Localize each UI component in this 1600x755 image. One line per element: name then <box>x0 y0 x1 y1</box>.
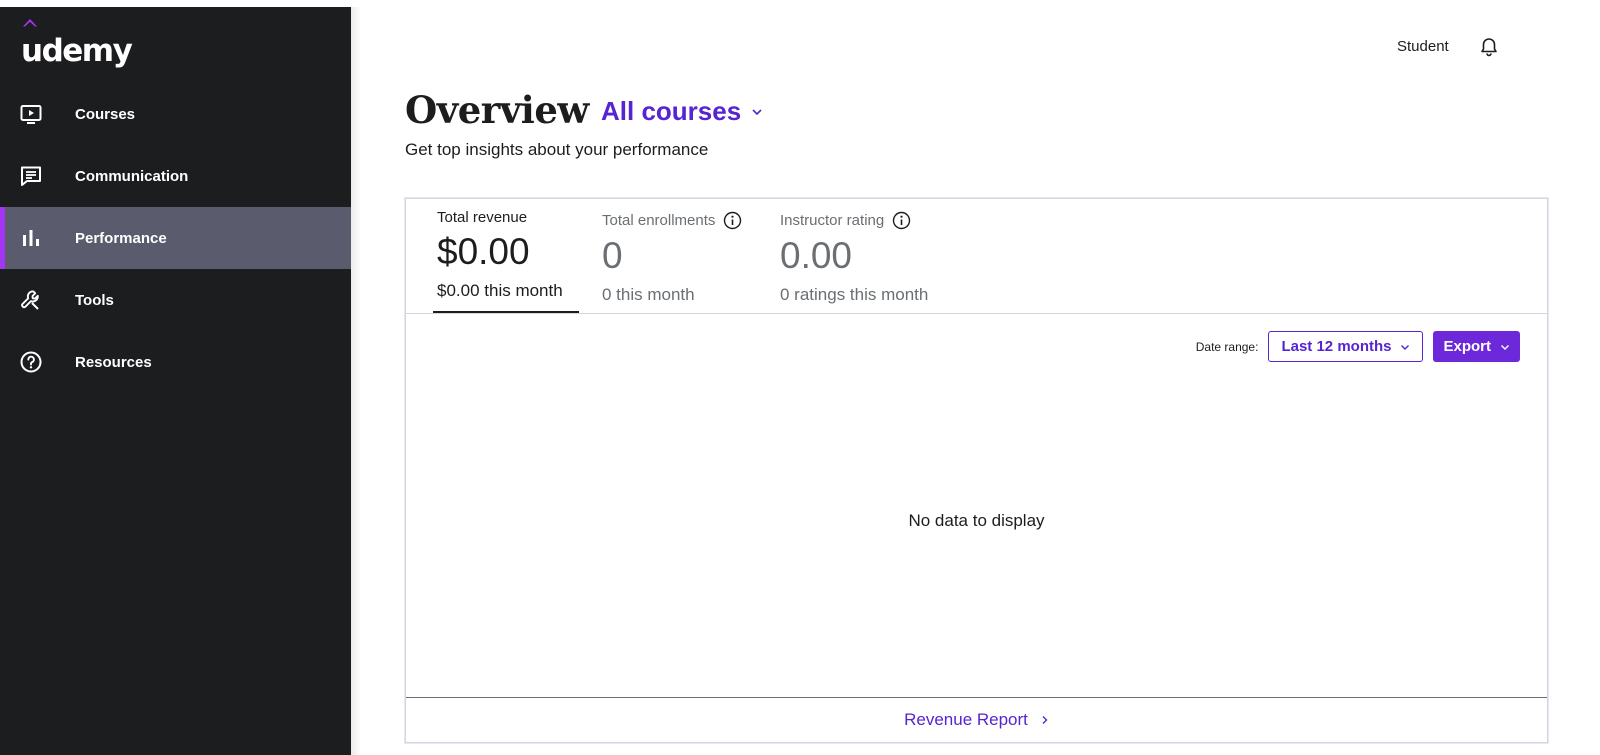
page-subtitle: Get top insights about your performance <box>405 140 709 159</box>
sidebar-item-resources[interactable]: Resources <box>0 331 351 393</box>
sidebar-nav: Courses Communication Performance Tools … <box>0 83 351 393</box>
stat-label: Instructor rating <box>780 212 885 229</box>
chevron-down-icon <box>1501 344 1509 350</box>
student-view-link[interactable]: Student <box>1397 38 1449 55</box>
stat-label: Total revenue <box>437 209 528 226</box>
chart-controls: Date range: Last 12 months Export <box>1196 331 1520 362</box>
sidebar-item-label: Courses <box>75 105 136 123</box>
chevron-right-icon <box>1042 716 1048 724</box>
logo-text: udemy <box>21 33 133 69</box>
sidebar-item-label: Communication <box>75 167 189 185</box>
export-label: Export <box>1443 338 1491 355</box>
stat-sub: 0 this month <box>602 284 695 304</box>
stat-sub: 0 ratings this month <box>780 284 929 304</box>
sidebar-item-label: Resources <box>75 353 152 371</box>
logo-hat-icon <box>23 19 37 27</box>
revenue-report-label: Revenue Report <box>904 710 1028 729</box>
stat-instructor-rating[interactable]: Instructor rating 0.00 0 ratings this mo… <box>780 211 928 305</box>
course-select[interactable]: All courses <box>601 96 763 127</box>
performance-card: Total revenue $0.00 $0.00 this month Tot… <box>405 198 1548 743</box>
sidebar: udemy Courses Communication Performance <box>0 7 351 755</box>
sidebar-item-label: Tools <box>75 291 114 309</box>
chevron-down-icon <box>1401 344 1410 350</box>
stat-total-enrollments[interactable]: Total enrollments 0 0 this month <box>602 211 742 305</box>
page-title: Overview <box>405 88 589 132</box>
message-icon <box>19 164 43 188</box>
sidebar-shadow <box>351 7 361 755</box>
sidebar-item-performance[interactable]: Performance <box>0 207 351 269</box>
sidebar-item-label: Performance <box>75 229 167 247</box>
stat-value: 0.00 <box>780 235 853 276</box>
stat-label-row: Instructor rating <box>780 211 928 230</box>
revenue-report-link[interactable]: Revenue Report <box>904 710 1049 730</box>
info-icon[interactable] <box>892 211 911 230</box>
date-range-label: Date range: <box>1195 339 1259 354</box>
stat-label: Total enrollments <box>602 212 716 229</box>
date-range-value: Last 12 months <box>1281 338 1392 355</box>
wrench-icon <box>19 288 43 312</box>
stat-sub: $0.00 this month <box>437 280 563 300</box>
stat-value: 0 <box>602 235 623 276</box>
empty-chart-message: No data to display <box>908 511 1045 530</box>
stat-value: $0.00 <box>437 231 530 272</box>
sidebar-item-courses[interactable]: Courses <box>0 83 351 145</box>
bell-icon[interactable] <box>1478 36 1500 58</box>
date-range-select[interactable]: Last 12 months <box>1268 331 1424 362</box>
play-screen-icon <box>19 102 43 126</box>
course-select-label: All courses <box>601 96 742 126</box>
sidebar-item-communication[interactable]: Communication <box>0 145 351 207</box>
stat-total-revenue[interactable]: Total revenue $0.00 $0.00 this month <box>437 209 563 301</box>
stats-tabs: Total revenue $0.00 $0.00 this month Tot… <box>406 199 1547 314</box>
export-button[interactable]: Export <box>1433 331 1520 362</box>
help-circle-icon <box>19 350 43 374</box>
chevron-down-icon <box>752 108 762 115</box>
bar-chart-icon <box>19 226 43 250</box>
card-footer: Revenue Report <box>406 697 1547 742</box>
selected-tab-indicator <box>433 311 579 313</box>
stat-label-row: Total enrollments <box>602 211 742 230</box>
info-icon[interactable] <box>723 211 742 230</box>
sidebar-item-tools[interactable]: Tools <box>0 269 351 331</box>
udemy-logo[interactable]: udemy <box>21 19 133 69</box>
